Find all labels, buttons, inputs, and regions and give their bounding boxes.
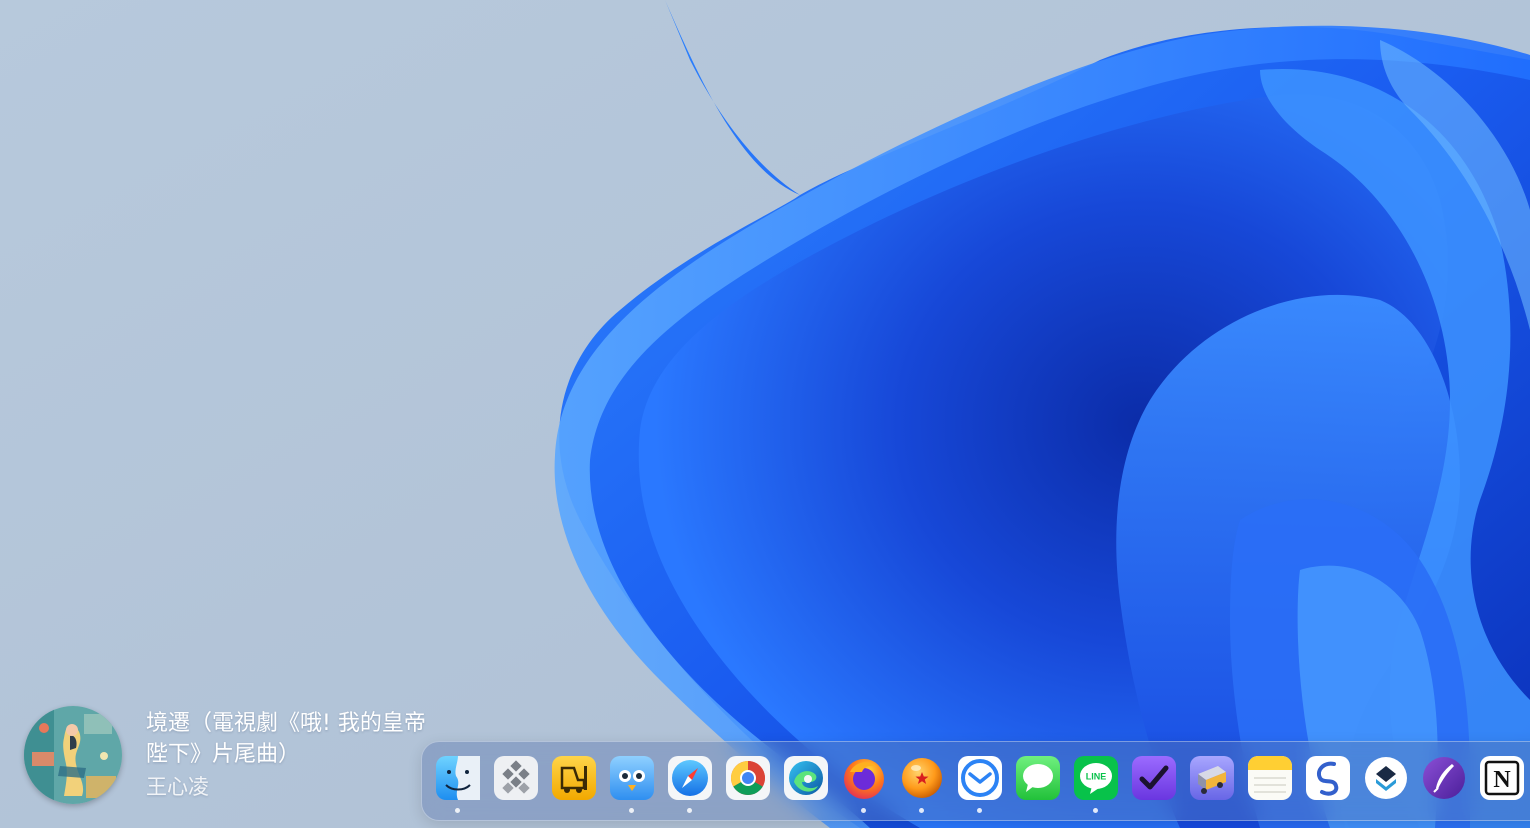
- dock-item-airmail[interactable]: [956, 754, 1004, 814]
- dock-item-transmit[interactable]: [1188, 754, 1236, 814]
- notion-icon: N: [1480, 756, 1524, 800]
- dock: LINE N: [421, 741, 1530, 821]
- dock-item-messages[interactable]: [1014, 754, 1062, 814]
- notes-icon: [1248, 756, 1292, 800]
- dock-item-launchpad[interactable]: [492, 754, 540, 814]
- line-icon-label: LINE: [1086, 772, 1107, 782]
- dock-item-chrome[interactable]: [724, 754, 772, 814]
- running-indicator: [1093, 808, 1098, 813]
- dock-item-line[interactable]: LINE: [1072, 754, 1120, 814]
- tweetbot-icon: [610, 756, 654, 800]
- dock-item-simplenote[interactable]: [1304, 754, 1352, 814]
- running-indicator: [977, 808, 982, 813]
- desktop: 境遷（電視劇《哦! 我的皇帝陛下》片尾曲） 王心凌 LINE N: [0, 0, 1530, 828]
- dock-item-finder[interactable]: [434, 754, 482, 814]
- track-artist: 王心凌: [146, 775, 209, 799]
- edge-icon: [784, 756, 828, 800]
- launchpad-icon: [494, 756, 538, 800]
- dock-item-notes[interactable]: [1246, 754, 1294, 814]
- messages-icon: [1016, 756, 1060, 800]
- firefox-icon: [844, 759, 884, 799]
- running-indicator: [919, 808, 924, 813]
- dock-item-notion[interactable]: N: [1478, 754, 1526, 814]
- running-indicator: [861, 808, 866, 813]
- layers-icon: [1365, 757, 1407, 799]
- track-title: 境遷（電視劇《哦! 我的皇帝陛下》片尾曲）: [146, 711, 426, 767]
- album-art[interactable]: [24, 706, 122, 804]
- dock-item-quill[interactable]: [1420, 754, 1468, 814]
- finder-icon: [436, 756, 480, 800]
- dock-item-dragon-ball[interactable]: [898, 754, 946, 814]
- dock-item-edge[interactable]: [782, 754, 830, 814]
- safari-icon: [668, 756, 712, 800]
- dragonball-icon: [902, 758, 942, 798]
- running-indicator: [455, 808, 460, 813]
- simplenote-icon: [1306, 756, 1350, 800]
- airmail-icon: [958, 756, 1002, 800]
- forklift-icon: [552, 756, 596, 800]
- running-indicator: [687, 808, 692, 813]
- transmit-icon: [1190, 756, 1234, 800]
- line-icon: LINE: [1074, 756, 1118, 800]
- dock-item-forklift[interactable]: [550, 754, 598, 814]
- notion-icon-label: N: [1493, 767, 1511, 793]
- dock-item-copilot[interactable]: [1362, 754, 1410, 814]
- chrome-icon: [726, 756, 770, 800]
- running-indicator: [629, 808, 634, 813]
- dock-item-firefox[interactable]: [840, 754, 888, 814]
- quill-icon: [1423, 757, 1465, 799]
- dock-item-safari[interactable]: [666, 754, 714, 814]
- dock-item-omnifocus[interactable]: [1130, 754, 1178, 814]
- now-playing-widget[interactable]: 境遷（電視劇《哦! 我的皇帝陛下》片尾曲） 王心凌: [24, 704, 426, 804]
- dock-item-tweetbot[interactable]: [608, 754, 656, 814]
- checkmark-icon: [1132, 756, 1176, 800]
